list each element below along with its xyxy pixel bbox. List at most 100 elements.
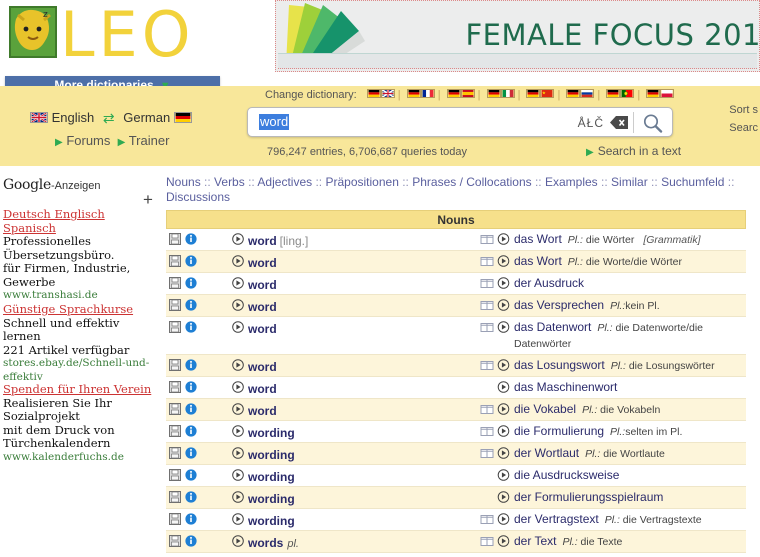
audio-play-icon[interactable] bbox=[232, 469, 244, 481]
audio-play-icon[interactable] bbox=[232, 491, 244, 503]
language-pair-selector[interactable]: English ⇄ German bbox=[30, 110, 192, 127]
table-row[interactable]: word das Maschinenwort bbox=[166, 377, 746, 399]
ad-title[interactable]: Deutsch Englisch Spanisch bbox=[3, 207, 153, 235]
save-icon[interactable] bbox=[169, 320, 181, 333]
table-row[interactable]: word [ling.] das Wort Pl.: die Wörter [Gramm… bbox=[166, 229, 746, 251]
dict-pair-de-pl[interactable] bbox=[646, 89, 675, 101]
audio-play-icon[interactable] bbox=[232, 321, 244, 333]
audio-play-icon[interactable] bbox=[232, 403, 244, 415]
audio-play-icon[interactable] bbox=[497, 359, 510, 371]
audio-play-icon[interactable] bbox=[232, 425, 244, 437]
audio-play-icon[interactable] bbox=[232, 447, 244, 459]
info-icon[interactable] bbox=[185, 447, 197, 459]
audio-play-icon[interactable] bbox=[497, 403, 510, 415]
nav-suchumfeld[interactable]: Suchumfeld bbox=[661, 175, 724, 189]
save-icon[interactable] bbox=[169, 512, 181, 525]
info-icon[interactable] bbox=[185, 403, 197, 415]
audio-play-icon[interactable] bbox=[497, 425, 510, 437]
table-row[interactable]: wording der Vertragstext Pl.: die Vertrags… bbox=[166, 509, 746, 531]
swap-languages-icon[interactable]: ⇄ bbox=[103, 110, 115, 127]
nav-similar[interactable]: Similar bbox=[611, 175, 648, 189]
info-icon[interactable] bbox=[185, 277, 197, 289]
save-icon[interactable] bbox=[169, 490, 181, 503]
table-row[interactable]: word das Versprechen Pl.:kein Pl. bbox=[166, 295, 746, 317]
expand-ads-icon[interactable]: + bbox=[143, 190, 153, 210]
nav-examples[interactable]: Examples bbox=[545, 175, 598, 189]
nav-adjectives[interactable]: Adjectives bbox=[257, 175, 312, 189]
dict-pair-de-fr[interactable] bbox=[406, 89, 435, 101]
conjugation-table-icon[interactable] bbox=[480, 234, 494, 244]
audio-play-icon[interactable] bbox=[497, 469, 510, 481]
table-row[interactable]: wording die Ausdrucksweise bbox=[166, 465, 746, 487]
audio-play-icon[interactable] bbox=[232, 359, 244, 371]
save-icon[interactable] bbox=[169, 534, 181, 547]
table-row[interactable]: word das Losungswort Pl.: die Losungswörte… bbox=[166, 355, 746, 377]
search-in-a-text-link[interactable]: ▶ Search in a text bbox=[586, 144, 681, 158]
info-icon[interactable] bbox=[185, 425, 197, 437]
nav-phrases-collocations[interactable]: Phrases / Collocations bbox=[412, 175, 531, 189]
dict-pair-de-en[interactable] bbox=[366, 89, 395, 101]
audio-play-icon[interactable] bbox=[497, 299, 510, 311]
sort-settings-label[interactable]: Sort s bbox=[729, 104, 758, 116]
audio-play-icon[interactable] bbox=[232, 535, 244, 547]
special-characters-button[interactable]: ÅŁČ bbox=[578, 116, 604, 130]
search-settings-label[interactable]: Searc bbox=[729, 122, 758, 134]
ad-title[interactable]: Günstige Sprachkurse bbox=[3, 302, 153, 317]
top-banner-ad[interactable]: FEMALE FOCUS 201 bbox=[275, 0, 760, 72]
conjugation-table-icon[interactable] bbox=[480, 300, 494, 310]
info-icon[interactable] bbox=[185, 255, 197, 267]
save-icon[interactable] bbox=[169, 380, 181, 393]
save-icon[interactable] bbox=[169, 232, 181, 245]
info-icon[interactable] bbox=[185, 513, 197, 525]
audio-play-icon[interactable] bbox=[232, 299, 244, 311]
info-icon[interactable] bbox=[185, 299, 197, 311]
table-row[interactable]: word der Ausdruck bbox=[166, 273, 746, 295]
info-icon[interactable] bbox=[185, 469, 197, 481]
save-icon[interactable] bbox=[169, 446, 181, 459]
audio-play-icon[interactable] bbox=[232, 277, 244, 289]
conjugation-table-icon[interactable] bbox=[480, 448, 494, 458]
conjugation-table-icon[interactable] bbox=[480, 256, 494, 266]
conjugation-table-icon[interactable] bbox=[480, 536, 494, 546]
audio-play-icon[interactable] bbox=[497, 513, 510, 525]
search-input[interactable] bbox=[259, 114, 559, 131]
clear-input-icon[interactable] bbox=[610, 116, 628, 129]
save-icon[interactable] bbox=[169, 468, 181, 481]
conjugation-table-icon[interactable] bbox=[480, 404, 494, 414]
dict-pair-de-pt[interactable] bbox=[606, 89, 635, 101]
info-icon[interactable] bbox=[185, 321, 197, 333]
ad-item-1[interactable]: Deutsch Englisch Spanisch Professionelle… bbox=[3, 207, 153, 303]
table-row[interactable]: word das Wort Pl.: die Worte/die Wörter bbox=[166, 251, 746, 273]
save-icon[interactable] bbox=[169, 276, 181, 289]
audio-play-icon[interactable] bbox=[497, 277, 510, 289]
dict-pair-de-it[interactable] bbox=[486, 89, 515, 101]
info-icon[interactable] bbox=[185, 381, 197, 393]
nav-discussions[interactable]: Discussions bbox=[166, 190, 230, 204]
search-box[interactable]: word ÅŁČ bbox=[247, 107, 673, 137]
nav-nouns[interactable]: Nouns bbox=[166, 175, 201, 189]
info-icon[interactable] bbox=[185, 535, 197, 547]
save-icon[interactable] bbox=[169, 402, 181, 415]
info-icon[interactable] bbox=[185, 233, 197, 245]
dict-pair-de-es[interactable] bbox=[446, 89, 475, 101]
conjugation-table-icon[interactable] bbox=[480, 322, 494, 332]
table-row[interactable]: word das Datenwort Pl.: die Datenworte/die… bbox=[166, 317, 746, 355]
table-row[interactable]: wording die Formulierung Pl.:selten im Pl. bbox=[166, 421, 746, 443]
dict-pair-de-ru[interactable] bbox=[566, 89, 595, 101]
info-icon[interactable] bbox=[185, 359, 197, 371]
audio-play-icon[interactable] bbox=[232, 381, 244, 393]
audio-play-icon[interactable] bbox=[497, 447, 510, 459]
table-row[interactable]: wordspl.die Wörter bbox=[166, 553, 746, 557]
audio-play-icon[interactable] bbox=[497, 381, 510, 393]
save-icon[interactable] bbox=[169, 424, 181, 437]
forums-link[interactable]: Forums bbox=[66, 133, 110, 148]
trainer-link[interactable]: Trainer bbox=[129, 133, 170, 148]
save-icon[interactable] bbox=[169, 254, 181, 267]
table-row[interactable]: word die Vokabel Pl.: die Vokabeln bbox=[166, 399, 746, 421]
conjugation-table-icon[interactable] bbox=[480, 426, 494, 436]
audio-play-icon[interactable] bbox=[497, 491, 510, 503]
nav-verbs[interactable]: Verbs bbox=[214, 175, 245, 189]
audio-play-icon[interactable] bbox=[497, 255, 510, 267]
save-icon[interactable] bbox=[169, 298, 181, 311]
search-icon[interactable] bbox=[642, 113, 664, 134]
